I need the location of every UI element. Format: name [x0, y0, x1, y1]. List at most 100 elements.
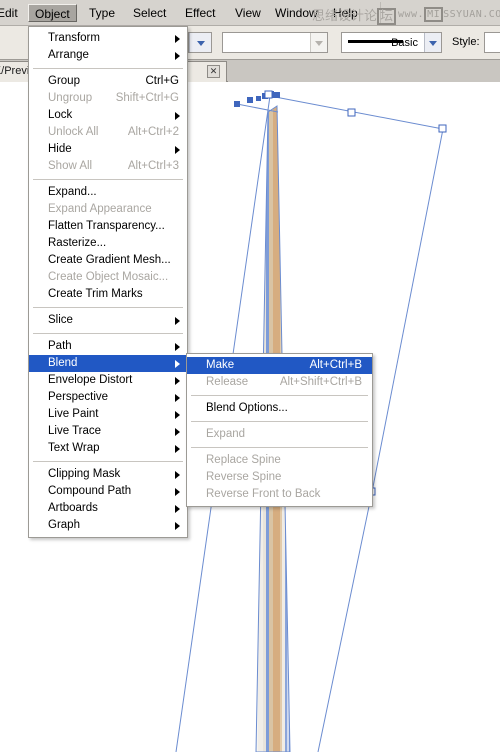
menu-item-create-gradient-mesh[interactable]: Create Gradient Mesh...	[29, 252, 187, 269]
menu-item-transform[interactable]: Transform	[29, 30, 187, 47]
menu-item-label: Expand Appearance	[48, 203, 152, 215]
menubar-item-view[interactable]: View	[228, 4, 268, 22]
chevron-down-icon	[196, 40, 205, 46]
blend-item-reverse-front-to-back: Reverse Front to Back	[187, 486, 372, 503]
menu-item-label: Text Wrap	[48, 442, 100, 454]
menu-item-graph[interactable]: Graph	[29, 517, 187, 534]
submenu-arrow-icon	[175, 504, 180, 513]
menu-item-label: Ungroup	[48, 92, 93, 104]
menu-item-label: Live Paint	[48, 408, 99, 420]
menu-item-label: Expand...	[48, 186, 97, 198]
menu-item-label: Reverse Front to Back	[206, 488, 321, 500]
menu-item-create-trim-marks[interactable]: Create Trim Marks	[29, 286, 187, 303]
menu-item-label: Expand	[206, 428, 246, 440]
submenu-arrow-icon	[175, 34, 180, 43]
submenu-arrow-icon	[175, 111, 180, 120]
menu-item-path[interactable]: Path	[29, 338, 187, 355]
menu-item-label: Rasterize...	[48, 237, 107, 249]
menu-item-lock[interactable]: Lock	[29, 107, 187, 124]
menu-item-live-paint[interactable]: Live Paint	[29, 406, 187, 423]
blend-submenu[interactable]: Make Alt+Ctrl+B Release Alt+Shift+Ctrl+B Ble…	[186, 353, 373, 507]
menu-item-label: Perspective	[48, 391, 109, 403]
menu-item-shortcut: Alt+Ctrl+2	[127, 126, 179, 138]
blend-item-replace-spine: Replace Spine	[187, 452, 372, 469]
blend-item-make[interactable]: Make Alt+Ctrl+B	[187, 357, 372, 374]
menubar-item-type[interactable]: Type	[82, 4, 122, 22]
submenu-arrow-icon	[175, 487, 180, 496]
blend-item-expand: Expand	[187, 426, 372, 443]
menu-separator	[191, 447, 368, 448]
menu-item-perspective[interactable]: Perspective	[29, 389, 187, 406]
menu-item-live-trace[interactable]: Live Trace	[29, 423, 187, 440]
submenu-arrow-icon	[175, 145, 180, 154]
stroke-profile-button[interactable]	[424, 33, 441, 52]
stroke-profile-label: Basic	[391, 37, 418, 49]
menu-item-shortcut: Shift+Ctrl+G	[115, 92, 179, 104]
menu-item-label: Create Trim Marks	[48, 288, 143, 300]
opacity-dropdown[interactable]	[188, 32, 212, 53]
menu-item-blend[interactable]: Blend	[29, 355, 187, 372]
menu-item-rasterize[interactable]: Rasterize...	[29, 235, 187, 252]
menu-item-label: Envelope Distort	[48, 374, 133, 386]
menu-item-label: Group	[48, 75, 80, 87]
menu-item-label: Transform	[48, 32, 100, 44]
stroke-weight-preview-icon	[348, 40, 403, 43]
blend-item-blend-options[interactable]: Blend Options...	[187, 400, 372, 417]
menu-item-text-wrap[interactable]: Text Wrap	[29, 440, 187, 457]
submenu-arrow-icon	[175, 470, 180, 479]
blend-item-reverse-spine: Reverse Spine	[187, 469, 372, 486]
menu-separator	[191, 395, 368, 396]
object-dropdown-menu[interactable]: Transform Arrange Group Ctrl+G Ungroup Shift+…	[28, 26, 188, 538]
menu-item-expand[interactable]: Expand...	[29, 184, 187, 201]
watermark-chinese-text: 思绪设计论坛	[312, 5, 397, 25]
submenu-arrow-icon	[175, 316, 180, 325]
path-segment-right-lower	[317, 491, 373, 752]
menubar-item-object[interactable]: Object	[28, 4, 77, 22]
menu-item-ungroup: Ungroup Shift+Ctrl+G	[29, 90, 187, 107]
menubar-item-edit[interactable]: Edit	[0, 4, 25, 22]
menu-item-artboards[interactable]: Artboards	[29, 500, 187, 517]
watermark-url-pre: www.	[398, 9, 425, 20]
path-segment-upper-chord	[236, 103, 279, 113]
menu-item-label: Unlock All	[48, 126, 99, 138]
menu-separator	[33, 333, 183, 334]
menu-item-label: Blend Options...	[206, 402, 288, 414]
graphic-style-field[interactable]	[484, 32, 500, 53]
menu-item-label: Artboards	[48, 502, 98, 514]
menu-item-envelope-distort[interactable]: Envelope Distort	[29, 372, 187, 389]
menu-item-clipping-mask[interactable]: Clipping Mask	[29, 466, 187, 483]
menu-item-create-object-mosaic: Create Object Mosaic...	[29, 269, 187, 286]
menu-separator	[33, 179, 183, 180]
menu-item-compound-path[interactable]: Compound Path	[29, 483, 187, 500]
menu-item-hide[interactable]: Hide	[29, 141, 187, 158]
opacity-dropdown-button[interactable]	[189, 33, 211, 52]
submenu-arrow-icon	[175, 427, 180, 436]
menu-item-slice[interactable]: Slice	[29, 312, 187, 329]
watermark-cn-pre: 思绪设计论	[312, 9, 378, 24]
watermark-url-boxed: MI	[424, 7, 444, 22]
chevron-down-icon	[429, 40, 437, 46]
menu-item-label: Create Object Mosaic...	[48, 271, 169, 283]
close-icon[interactable]: ✕	[207, 65, 220, 78]
menu-item-group[interactable]: Group Ctrl+G	[29, 73, 187, 90]
menu-item-label: Clipping Mask	[48, 468, 121, 480]
menubar-item-select[interactable]: Select	[126, 4, 173, 22]
path-segment-right-upper	[371, 128, 444, 493]
brush-definition-combo[interactable]	[222, 32, 328, 53]
menu-item-shortcut: Alt+Ctrl+3	[127, 160, 179, 172]
submenu-arrow-icon	[175, 444, 180, 453]
submenu-arrow-icon	[175, 51, 180, 60]
menu-item-label: Flatten Transparency...	[48, 220, 165, 232]
menu-item-label: Lock	[48, 109, 73, 121]
watermark-cn-boxed: 坛	[377, 8, 397, 25]
submenu-arrow-icon	[175, 410, 180, 419]
menu-item-shortcut: Alt+Shift+Ctrl+B	[279, 376, 362, 388]
submenu-arrow-icon	[175, 342, 180, 351]
brush-combo-button[interactable]	[310, 33, 327, 52]
menubar-item-effect[interactable]: Effect	[178, 4, 222, 22]
menu-item-label: Blend	[48, 357, 78, 369]
submenu-arrow-icon	[175, 376, 180, 385]
menu-item-arrange[interactable]: Arrange	[29, 47, 187, 64]
menu-item-flatten-transparency[interactable]: Flatten Transparency...	[29, 218, 187, 235]
path-segment-top	[269, 95, 444, 130]
